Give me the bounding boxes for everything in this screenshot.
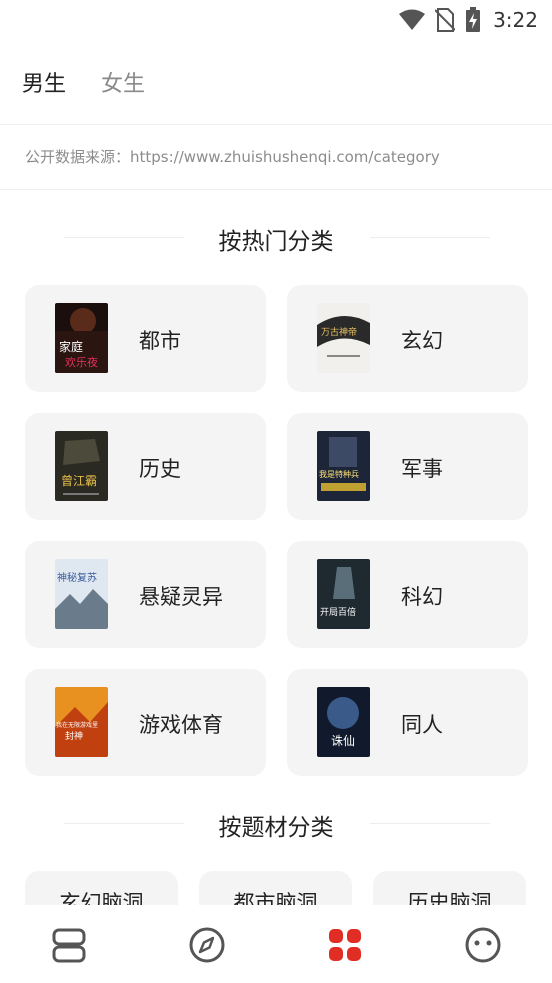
- category-label: 都市: [139, 329, 181, 353]
- category-label: 军事: [401, 457, 443, 481]
- bottom-nav: [0, 905, 552, 983]
- category-label: 历史: [139, 457, 181, 481]
- section-line-right: [370, 237, 490, 238]
- battery-icon: [466, 7, 481, 32]
- category-label: 同人: [401, 713, 443, 737]
- category-card-fantasy[interactable]: 万古神帝 玄幻: [287, 285, 528, 392]
- category-card-game[interactable]: 我在无限游戏里 封神 游戏体育: [25, 669, 266, 776]
- category-label: 科幻: [401, 585, 443, 609]
- book-cover-fantasy: 万古神帝: [317, 303, 370, 373]
- no-sim-icon: [435, 8, 456, 32]
- category-grid-icon[interactable]: [325, 925, 365, 965]
- wifi-icon: [399, 9, 426, 30]
- tab-female[interactable]: 女生: [101, 66, 145, 98]
- category-label: 悬疑灵异: [139, 585, 223, 609]
- category-card-fanfic[interactable]: 诛仙 同人: [287, 669, 528, 776]
- cover-text: 神秘复苏: [57, 571, 97, 584]
- tab-male[interactable]: 男生: [22, 66, 66, 98]
- compass-icon[interactable]: [187, 925, 227, 965]
- book-cover-mystery: 神秘复苏: [55, 559, 108, 629]
- cover-text: 开局百倍: [320, 606, 356, 618]
- category-card-military[interactable]: 我是特种兵 军事: [287, 413, 528, 520]
- category-card-mystery[interactable]: 神秘复苏 悬疑灵异: [25, 541, 266, 648]
- book-cover-urban: 家庭 欢乐夜: [55, 303, 108, 373]
- cover-text: 万古神帝: [321, 326, 357, 338]
- cover-text: 封神: [65, 730, 83, 742]
- cover-text: 我在无限游戏里: [56, 721, 98, 729]
- section-line-right: [370, 823, 490, 824]
- cover-text: 家庭: [59, 339, 83, 354]
- book-cover-history: 曾江霸: [55, 431, 108, 501]
- book-cover-scifi: 开局百倍: [317, 559, 370, 629]
- status-icons: 3:22: [399, 6, 538, 34]
- data-source-text: 公开数据来源：https://www.zhuishushenqi.com/cat…: [25, 148, 440, 166]
- cover-text: 曾江霸: [61, 474, 97, 488]
- profile-face-icon[interactable]: [463, 925, 503, 965]
- cover-text: 诛仙: [331, 734, 355, 748]
- status-time: 3:22: [493, 8, 538, 32]
- cover-text: 我是特种兵: [319, 469, 359, 479]
- book-cover-fanfic: 诛仙: [317, 687, 370, 757]
- theme-section-title: 按题材分类: [218, 815, 334, 841]
- divider: [0, 124, 552, 125]
- book-cover-military: 我是特种兵: [317, 431, 370, 501]
- category-label: 游戏体育: [139, 713, 223, 737]
- hot-section-title: 按热门分类: [218, 229, 334, 255]
- status-bar: 3:22: [0, 0, 552, 40]
- gender-tabs: 男生 女生: [0, 56, 552, 106]
- category-card-urban[interactable]: 家庭 欢乐夜 都市: [25, 285, 266, 392]
- category-label: 玄幻: [401, 329, 443, 353]
- cover-text: 欢乐夜: [65, 355, 98, 369]
- category-card-scifi[interactable]: 开局百倍 科幻: [287, 541, 528, 648]
- bookshelf-icon[interactable]: [49, 925, 89, 965]
- category-card-history[interactable]: 曾江霸 历史: [25, 413, 266, 520]
- divider: [0, 189, 552, 190]
- book-cover-game: 我在无限游戏里 封神: [55, 687, 108, 757]
